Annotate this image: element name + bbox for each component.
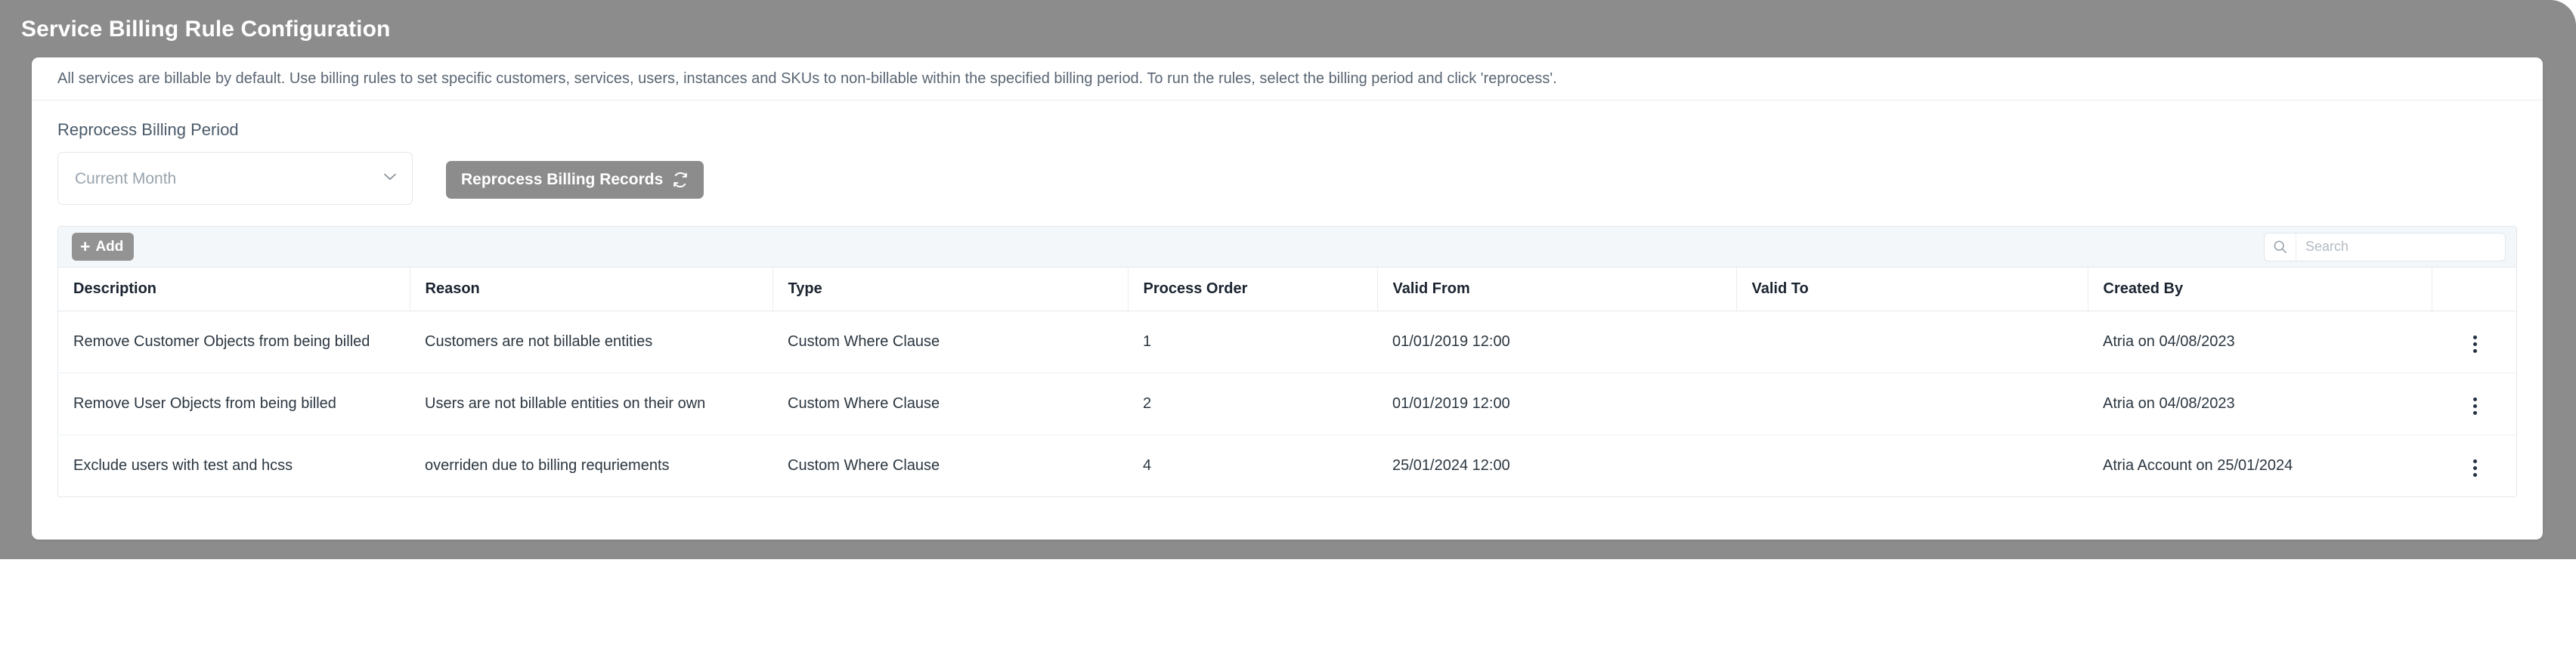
table-toolbar: + Add <box>58 227 2516 268</box>
table-header-row: Description Reason Type Process Order Va… <box>58 268 2517 311</box>
cell-process-order: 4 <box>1128 435 1377 497</box>
plus-icon: + <box>80 238 90 255</box>
page-title: Service Billing Rule Configuration <box>21 17 390 42</box>
reprocess-controls: Current Month Reprocess Billing Records <box>57 152 2517 205</box>
cell-created-by: Atria on 04/08/2023 <box>2088 311 2432 373</box>
column-header-reason[interactable]: Reason <box>410 268 772 311</box>
add-button-label: Add <box>95 240 123 254</box>
cell-process-order: 1 <box>1128 311 1377 373</box>
table-row[interactable]: Exclude users with test and hcss overrid… <box>58 435 2517 497</box>
cell-description: Exclude users with test and hcss <box>58 435 410 497</box>
cell-created-by: Atria on 04/08/2023 <box>2088 373 2432 435</box>
column-header-process-order[interactable]: Process Order <box>1128 268 1377 311</box>
rules-table-body: Remove Customer Objects from being bille… <box>58 311 2517 497</box>
rules-table-head: Description Reason Type Process Order Va… <box>58 268 2517 311</box>
column-header-created-by[interactable]: Created By <box>2088 268 2432 311</box>
cell-type: Custom Where Clause <box>772 373 1128 435</box>
column-header-valid-from[interactable]: Valid From <box>1377 268 1736 311</box>
cell-reason: Users are not billable entities on their… <box>410 373 772 435</box>
cell-description: Remove User Objects from being billed <box>58 373 410 435</box>
cell-valid-to <box>1736 435 2088 497</box>
intro-bar: All services are billable by default. Us… <box>32 57 2543 101</box>
reprocess-button-label: Reprocess Billing Records <box>461 171 663 189</box>
billing-period-select[interactable]: Current Month <box>57 152 413 205</box>
add-button[interactable]: + Add <box>72 233 134 261</box>
column-header-description[interactable]: Description <box>58 268 410 311</box>
search-icon[interactable] <box>2265 233 2296 261</box>
kebab-menu-icon[interactable] <box>2464 393 2486 419</box>
reprocess-billing-records-button[interactable]: Reprocess Billing Records <box>446 161 704 199</box>
column-header-valid-to[interactable]: Valid To <box>1736 268 2088 311</box>
cell-created-by: Atria Account on 25/01/2024 <box>2088 435 2432 497</box>
cell-valid-from: 01/01/2019 12:00 <box>1377 311 1736 373</box>
kebab-menu-icon[interactable] <box>2464 455 2486 481</box>
intro-text: All services are billable by default. Us… <box>57 70 1557 88</box>
table-row[interactable]: Remove User Objects from being billed Us… <box>58 373 2517 435</box>
cell-process-order: 2 <box>1128 373 1377 435</box>
cell-actions <box>2432 311 2517 373</box>
column-header-type[interactable]: Type <box>772 268 1128 311</box>
content-card: All services are billable by default. Us… <box>32 57 2543 540</box>
cell-actions <box>2432 373 2517 435</box>
refresh-icon <box>672 172 689 188</box>
billing-period-select-wrapper: Current Month <box>57 152 413 205</box>
table-row[interactable]: Remove Customer Objects from being bille… <box>58 311 2517 373</box>
search-input[interactable] <box>2296 233 2505 261</box>
rules-table-panel: + Add <box>57 226 2517 497</box>
cell-reason: overriden due to billing requriements <box>410 435 772 497</box>
cell-valid-to <box>1736 373 2088 435</box>
search-box <box>2264 233 2506 261</box>
cell-type: Custom Where Clause <box>772 435 1128 497</box>
card-body: Reprocess Billing Period Current Month R… <box>32 101 2543 497</box>
cell-actions <box>2432 435 2517 497</box>
cell-valid-from: 01/01/2019 12:00 <box>1377 373 1736 435</box>
rules-table: Description Reason Type Process Order Va… <box>58 268 2517 496</box>
cell-reason: Customers are not billable entities <box>410 311 772 373</box>
cell-description: Remove Customer Objects from being bille… <box>58 311 410 373</box>
reprocess-section-label: Reprocess Billing Period <box>57 120 2517 140</box>
cell-valid-from: 25/01/2024 12:00 <box>1377 435 1736 497</box>
column-header-actions <box>2432 268 2517 311</box>
cell-type: Custom Where Clause <box>772 311 1128 373</box>
kebab-menu-icon[interactable] <box>2464 331 2486 357</box>
cell-valid-to <box>1736 311 2088 373</box>
